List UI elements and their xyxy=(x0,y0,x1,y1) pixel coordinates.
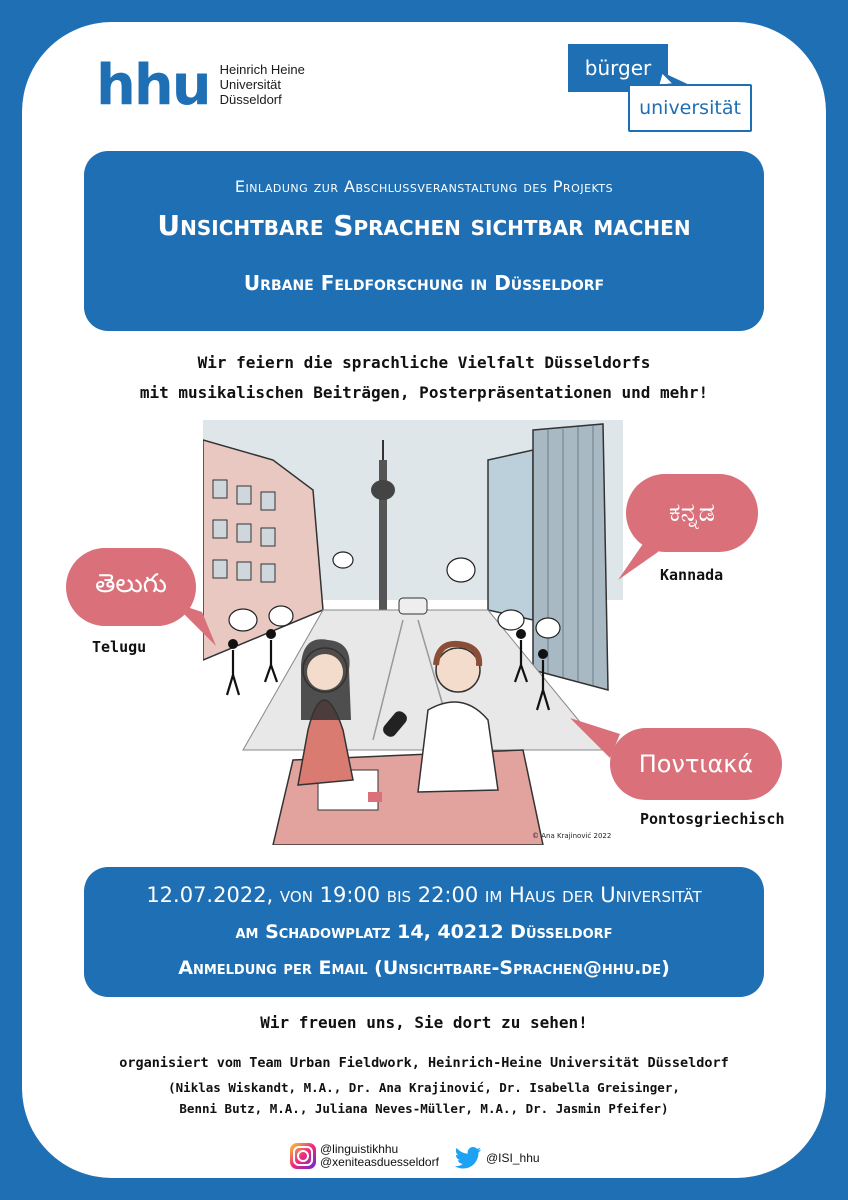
twitter-handle-text[interactable]: @ISI_hhu xyxy=(486,1151,540,1165)
kannada-label: Kannada xyxy=(660,566,724,584)
twitter-handle[interactable]: @ISI_hhu xyxy=(454,1147,540,1169)
kannada-bubble: ಕನ್ನಡ xyxy=(626,474,758,552)
project-title: Unsichtbare Sprachen sichtbar machen xyxy=(157,209,691,242)
street-interview-illustration xyxy=(203,420,623,845)
invitation-line: Einladung zur Abschlussveranstaltung des… xyxy=(234,177,614,196)
organizer-line: organisiert vom Team Urban Fieldwork, He… xyxy=(119,1055,729,1071)
team-names: (Niklas Wiskandt, M.A., Dr. Ana Krajinov… xyxy=(168,1080,680,1116)
project-subtitle: Urbane Feldforschung in Düsseldorf xyxy=(243,271,605,295)
instagram-icon xyxy=(290,1143,316,1169)
universitaet-label: universität xyxy=(628,84,752,132)
illustration-credit: © Ana Krajinović 2022 xyxy=(532,832,612,840)
event-date-time: 12.07.2022, von 19:00 bis 22:00 im Haus … xyxy=(146,883,702,907)
telugu-label: Telugu xyxy=(92,638,147,656)
instagram-handles[interactable]: @linguistikhhu @xeniteasduesseldorf xyxy=(290,1143,439,1169)
twitter-icon xyxy=(454,1147,482,1169)
hhu-logo: hhu Heinrich Heine Universität Düsseldor… xyxy=(96,58,305,114)
title-panel: Einladung zur Abschlussveranstaltung des… xyxy=(84,151,764,331)
pontic-bubble: Ποντιακά xyxy=(610,728,782,800)
hhu-logo-name: Heinrich Heine Universität Düsseldorf xyxy=(219,62,305,107)
event-registration: Anmeldung per Email (Unsichtbare-Sprache… xyxy=(178,957,670,979)
hhu-logo-mark: hhu xyxy=(96,53,212,118)
event-details-panel: 12.07.2022, von 19:00 bis 22:00 im Haus … xyxy=(84,867,764,997)
poster-frame: hhu Heinrich Heine Universität Düsseldor… xyxy=(22,22,826,1178)
instagram-handle-2[interactable]: @xeniteasduesseldorf xyxy=(320,1156,439,1169)
intro-text: Wir feiern die sprachliche Vielfalt Düss… xyxy=(139,353,709,402)
buergeruniversitaet-logo: bürger universität xyxy=(566,44,756,136)
telugu-bubble: తెలుగు xyxy=(66,548,196,626)
event-address: am Schadowplatz 14, 40212 Düsseldorf xyxy=(235,921,613,943)
pontic-label: Pontosgriechisch xyxy=(640,810,785,828)
closing-line: Wir freuen uns, Sie dort zu sehen! xyxy=(260,1013,588,1032)
